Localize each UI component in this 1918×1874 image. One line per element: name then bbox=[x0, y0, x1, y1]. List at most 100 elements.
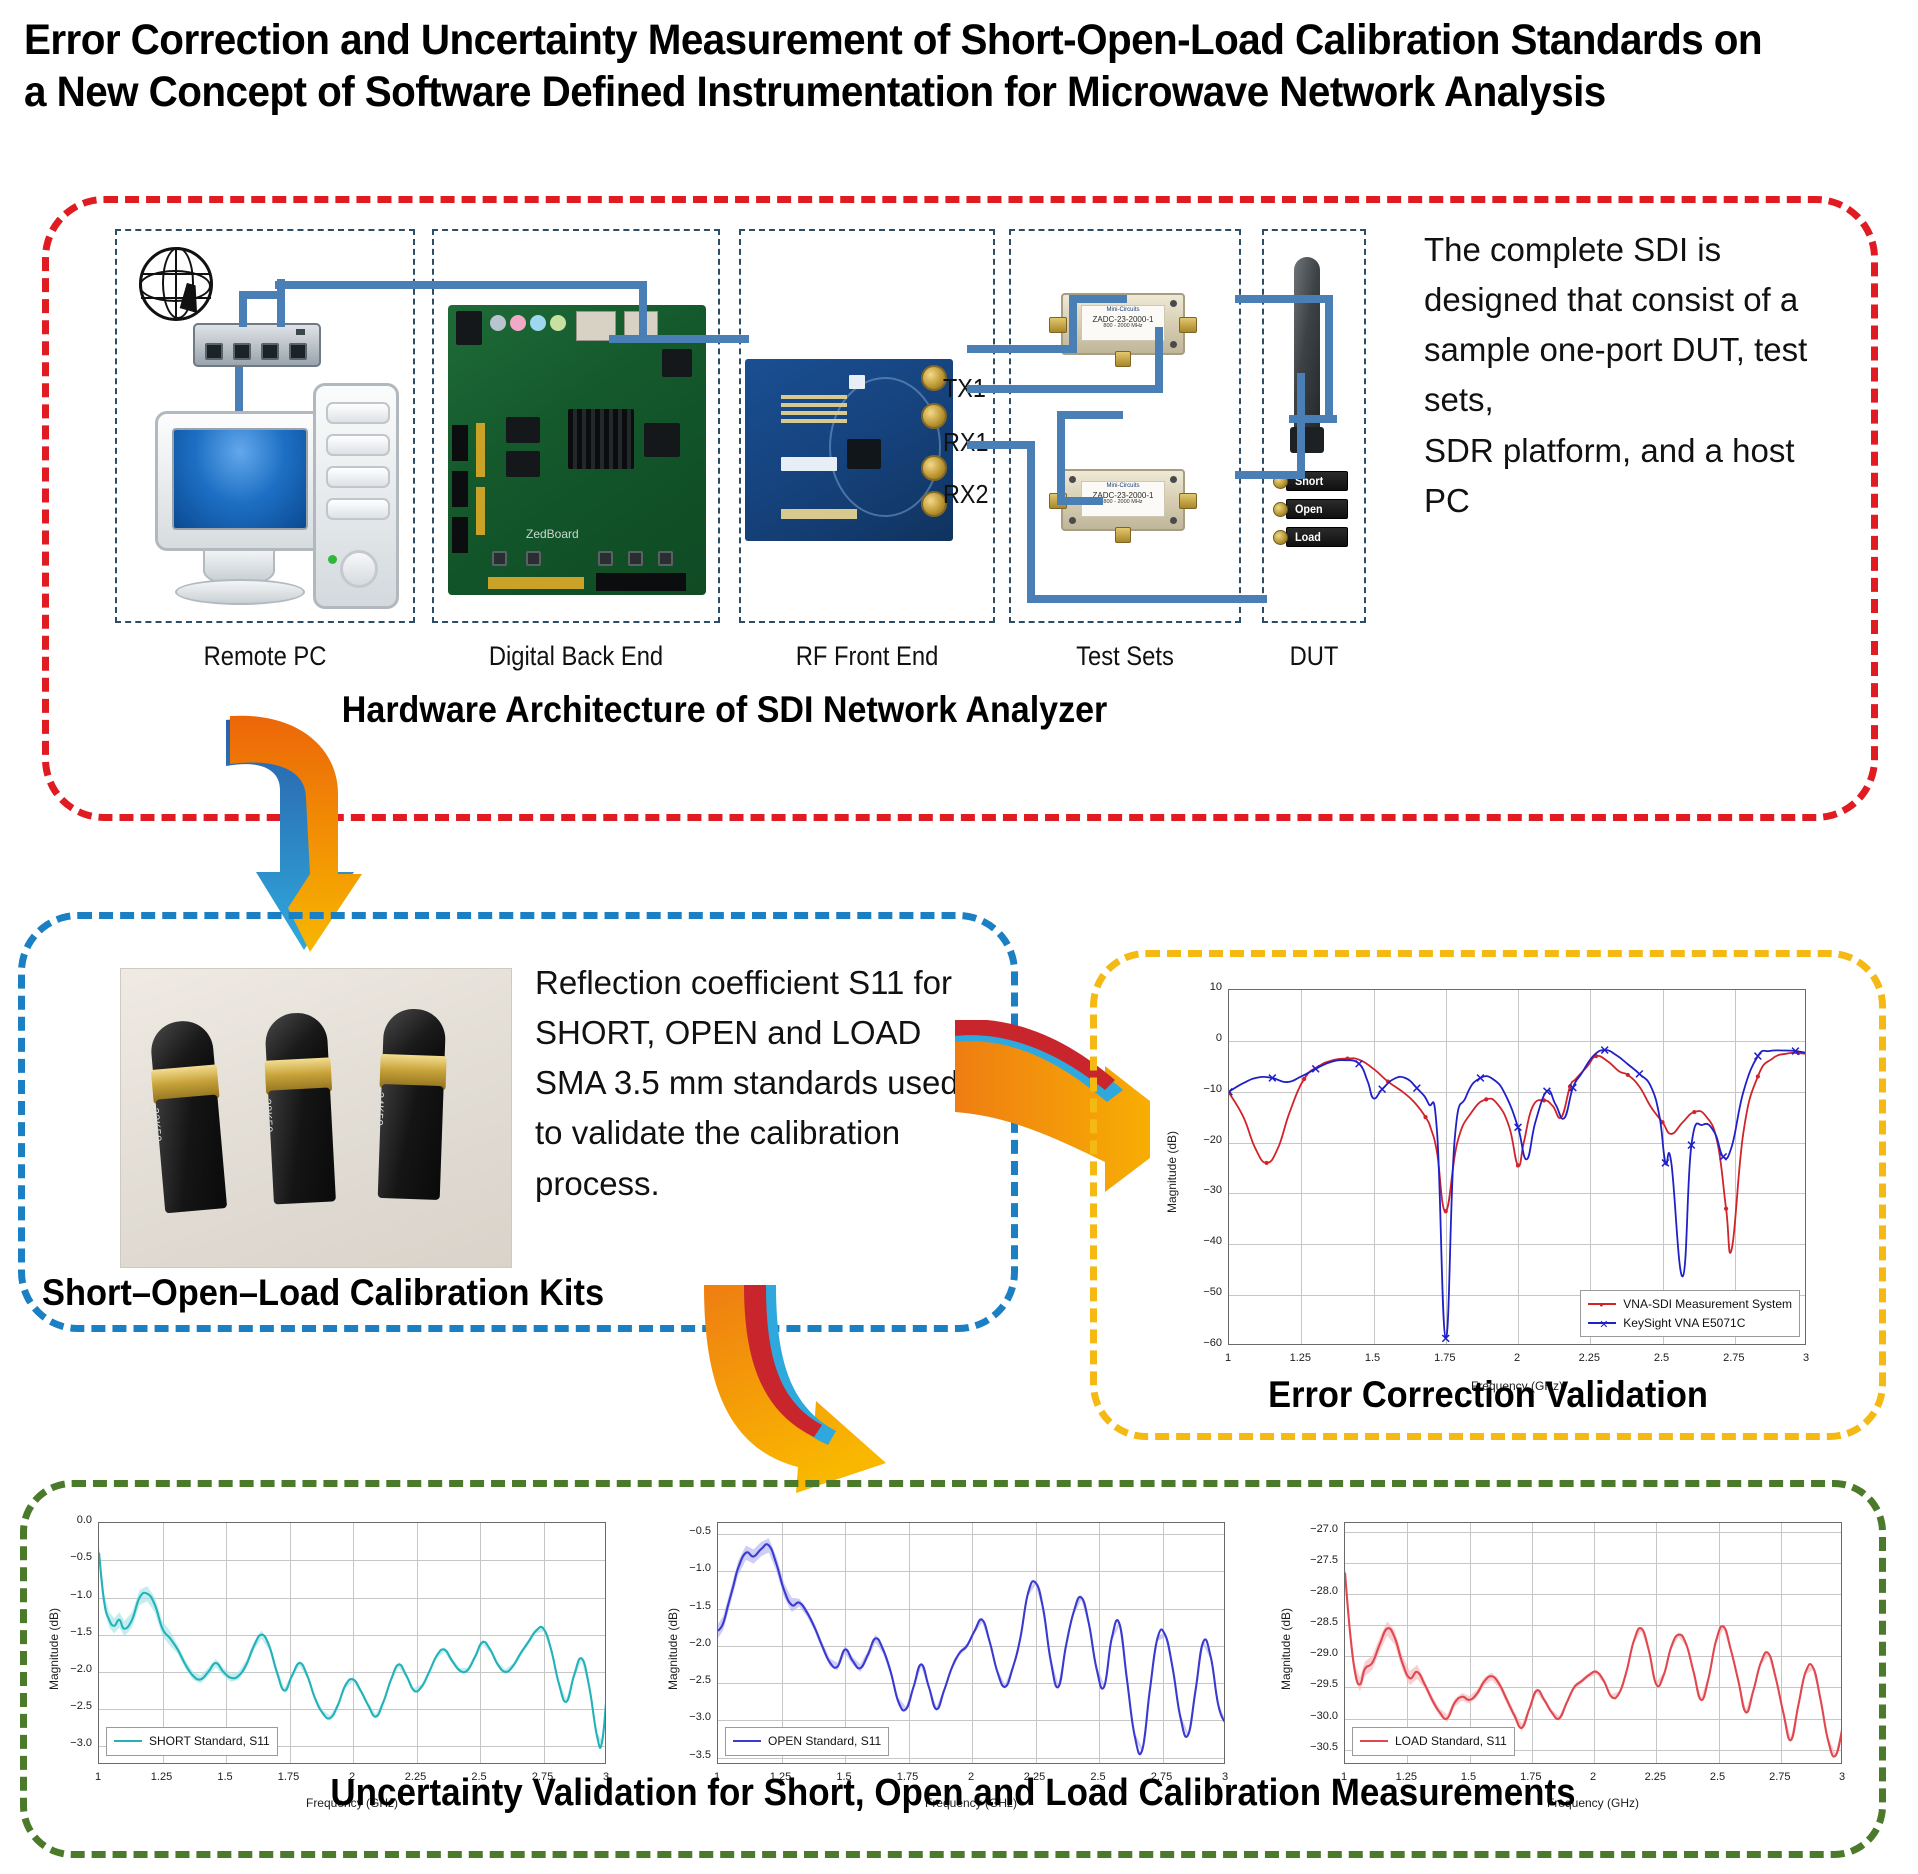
y-tick-label: −2.5 bbox=[70, 1700, 92, 1713]
series-marker bbox=[1484, 1097, 1489, 1102]
cable-rx2-bottom bbox=[1027, 595, 1267, 603]
y-tick-label: −20 bbox=[1203, 1133, 1222, 1146]
x-tick-label: 3 bbox=[1838, 1771, 1846, 1783]
x-tick-label: 1.25 bbox=[1289, 1352, 1311, 1364]
y-tick-label: 10 bbox=[1209, 981, 1222, 993]
y-tick-label: −3.5 bbox=[689, 1748, 711, 1761]
y-tick-label: −40 bbox=[1203, 1235, 1222, 1248]
y-tick-label: −50 bbox=[1203, 1286, 1222, 1299]
y-tick-label: −2.0 bbox=[689, 1636, 711, 1649]
x-tick-label: 1 bbox=[1224, 1352, 1232, 1364]
short-y-axis-label: Magnitude (dB) bbox=[47, 1607, 61, 1691]
y-tick-label: −1.5 bbox=[70, 1625, 92, 1638]
y-tick-label: −30.5 bbox=[1310, 1740, 1338, 1753]
cable-coupler2-top bbox=[1057, 411, 1123, 419]
cable-switch-right bbox=[239, 291, 285, 299]
dut-group: Short Open Load bbox=[1262, 229, 1366, 623]
error-correction-chart: Magnitude (dB) Frequency (GHz) 10 0 −10 −20… bbox=[1150, 975, 1840, 1415]
desktop-monitor-icon bbox=[155, 411, 325, 551]
cable-zed-down bbox=[639, 281, 647, 341]
cable-tx1-up bbox=[1069, 295, 1077, 353]
cal-standard-open-text: 24K50 bbox=[372, 1091, 386, 1127]
legend-item: ● VNA-SDI Measurement System bbox=[1588, 1295, 1792, 1314]
series-line bbox=[718, 1543, 1224, 1756]
legend-swatch bbox=[1360, 1740, 1388, 1743]
cal-standard-open: 24K50 bbox=[370, 1007, 455, 1201]
coupler-brand: Mini-Circuits bbox=[1106, 307, 1140, 313]
chart-legend: OPEN Standard, S11 bbox=[725, 1727, 890, 1756]
cable-globe-switch bbox=[239, 297, 247, 327]
series-marker bbox=[1378, 1085, 1387, 1094]
legend-swatch bbox=[733, 1740, 761, 1743]
series-marker bbox=[1625, 1072, 1630, 1078]
ec-y-axis-label: Magnitude (dB) bbox=[1165, 1130, 1179, 1214]
y-tick-label: −3.0 bbox=[70, 1737, 92, 1750]
cable-rx2-right bbox=[967, 441, 1033, 449]
x-tick-label: 2 bbox=[1513, 1352, 1521, 1364]
y-tick-label: −27.0 bbox=[1310, 1523, 1338, 1536]
chart-legend: ● VNA-SDI Measurement System ✕ KeySight VNA… bbox=[1580, 1290, 1800, 1338]
cal-standard-termination: 28K50 bbox=[256, 1011, 344, 1205]
y-tick-label: −30.0 bbox=[1310, 1709, 1338, 1722]
cable-join-right bbox=[1297, 373, 1305, 479]
pc-tower-icon bbox=[313, 383, 399, 609]
label-rf-front-end: RF Front End bbox=[795, 641, 939, 671]
y-tick-label: −29.0 bbox=[1310, 1647, 1338, 1660]
y-tick-label: −1.0 bbox=[689, 1562, 711, 1575]
series-line bbox=[1229, 1051, 1805, 1254]
legend-item: OPEN Standard, S11 bbox=[733, 1732, 881, 1751]
chart-legend: SHORT Standard, S11 bbox=[106, 1727, 278, 1756]
cable-switch-to-zed-h bbox=[275, 281, 647, 289]
series-marker bbox=[1355, 1059, 1363, 1068]
y-tick-label: −30 bbox=[1203, 1184, 1222, 1197]
uncertainty-band bbox=[718, 1538, 1224, 1753]
coupler-bandwidth: 800 - 2000 MHz bbox=[1103, 323, 1143, 329]
series-marker bbox=[1635, 1069, 1644, 1078]
load-y-axis-label: Magnitude (dB) bbox=[1279, 1607, 1293, 1691]
y-tick-label: 0.0 bbox=[76, 1514, 92, 1526]
x-tick-label: 2.5 bbox=[1653, 1352, 1670, 1364]
x-tick-label: 2.75 bbox=[1723, 1352, 1745, 1364]
x-tick-label: 1.5 bbox=[1364, 1352, 1381, 1364]
cable-tx1-out bbox=[967, 345, 1077, 353]
kits-description-note: Reflection coefficient S11 for SHORT, OP… bbox=[535, 964, 959, 1202]
zedboard-image: ZedBoard bbox=[448, 305, 706, 595]
y-tick-label: −0.5 bbox=[689, 1525, 711, 1538]
series-marker bbox=[1412, 1084, 1421, 1093]
hardware-panel-caption: Hardware Architecture of SDI Network Ana… bbox=[341, 689, 1108, 730]
legend-item: LOAD Standard, S11 bbox=[1360, 1732, 1507, 1751]
series-marker bbox=[1476, 1074, 1485, 1082]
legend-swatch: ● bbox=[1588, 1302, 1617, 1309]
cable-rx2-down bbox=[1027, 441, 1035, 603]
cable-coupler2-left bbox=[1057, 411, 1065, 503]
chart-legend: LOAD Standard, S11 bbox=[1352, 1727, 1515, 1756]
series-marker bbox=[1443, 1209, 1448, 1214]
calibration-kits-photo: 23K50 28K50 24K50 bbox=[120, 968, 512, 1268]
y-tick-label: −60 bbox=[1203, 1337, 1222, 1349]
sdi-description-note: The complete SDI is designed that consis… bbox=[1424, 231, 1808, 519]
series-marker bbox=[1302, 1076, 1307, 1082]
monitor-base bbox=[175, 579, 305, 605]
legend-label: VNA-SDI Measurement System bbox=[1623, 1297, 1792, 1311]
legend-item: SHORT Standard, S11 bbox=[114, 1732, 270, 1751]
y-tick-label: 0 bbox=[1215, 1031, 1222, 1044]
y-tick-label: −1.0 bbox=[70, 1588, 92, 1601]
legend-label: SHORT Standard, S11 bbox=[149, 1734, 270, 1748]
zedboard-label: ZedBoard bbox=[526, 527, 579, 541]
fmcomms-sdr-board-image bbox=[745, 359, 953, 541]
y-tick-label: −1.5 bbox=[689, 1599, 711, 1612]
y-tick-label: −27.5 bbox=[1310, 1554, 1338, 1567]
legend-label: OPEN Standard, S11 bbox=[768, 1734, 882, 1748]
page-title: Error Correction and Uncertainty Measure… bbox=[24, 16, 1763, 117]
x-tick-label: 1.75 bbox=[1434, 1352, 1456, 1364]
series-marker bbox=[1515, 1163, 1521, 1168]
label-test-sets: Test Sets bbox=[1076, 641, 1174, 671]
series-marker bbox=[1692, 1109, 1697, 1115]
x-tick-label: 3 bbox=[1802, 1352, 1810, 1364]
cable-coupled-down-1 bbox=[1155, 327, 1163, 393]
series-marker bbox=[1755, 1074, 1760, 1079]
port-label-rx2: RX2 bbox=[943, 479, 989, 509]
series-marker bbox=[1264, 1160, 1269, 1166]
series-marker bbox=[1423, 1115, 1428, 1120]
legend-item: ✕ KeySight VNA E5071C bbox=[1588, 1314, 1792, 1333]
